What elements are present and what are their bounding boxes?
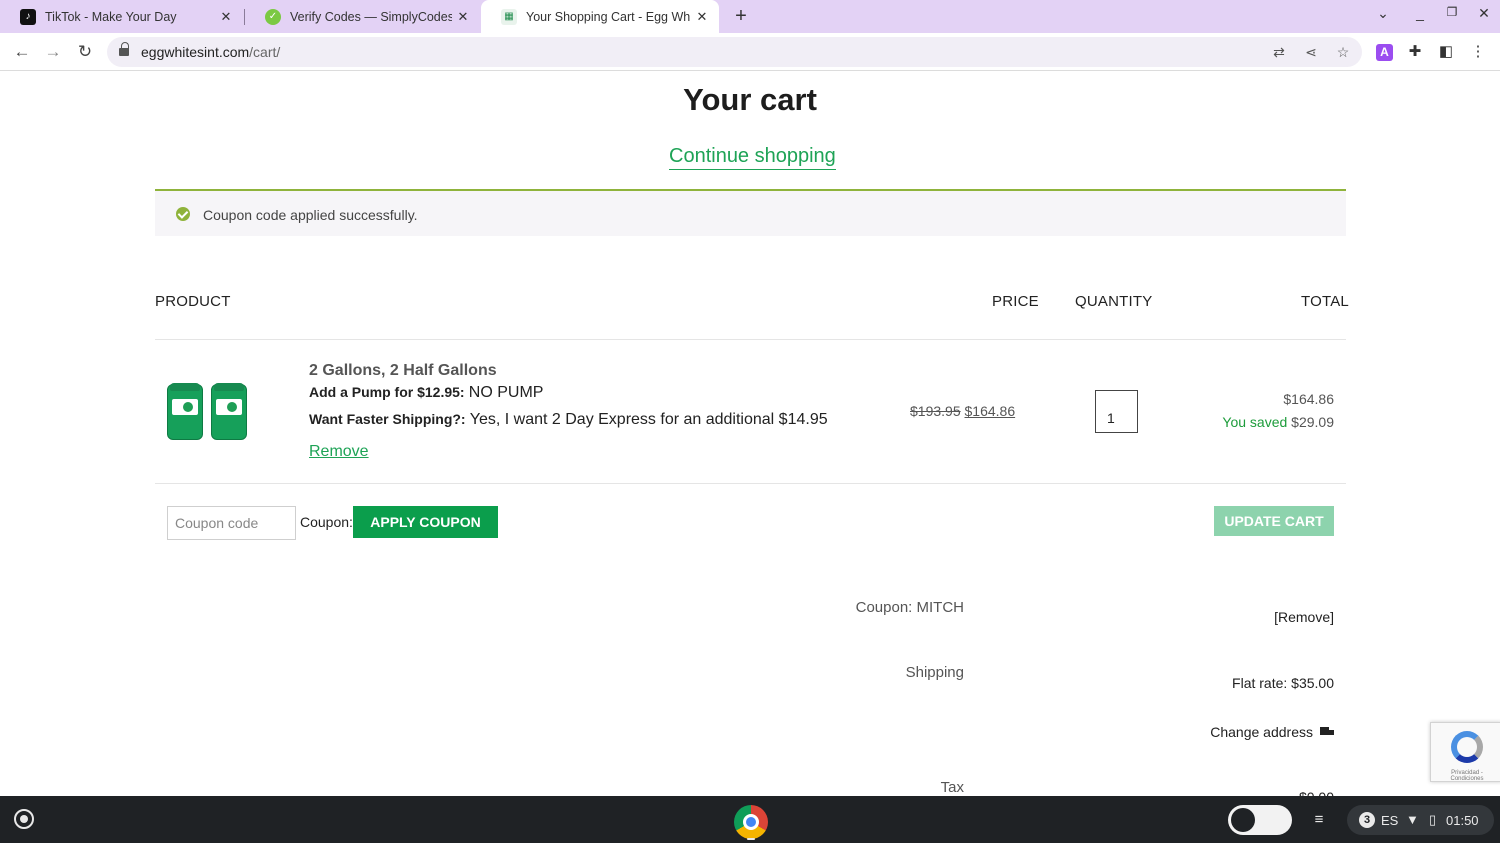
change-address-link[interactable]: Change address: [1210, 724, 1334, 740]
you-saved-text: You saved $29.09: [1222, 414, 1334, 430]
forward-icon[interactable]: →: [41, 40, 65, 64]
tiktok-icon: ♪: [20, 8, 36, 25]
divider: [155, 483, 1346, 484]
launcher-icon[interactable]: [14, 809, 34, 829]
column-header-quantity: QUANTITY: [1075, 293, 1153, 310]
minimize-icon[interactable]: _: [1410, 5, 1430, 21]
shipping-rate: Flat rate: $35.00: [1232, 675, 1334, 691]
clock[interactable]: 01:50: [1446, 813, 1479, 828]
restore-icon[interactable]: ❐: [1442, 5, 1462, 19]
language-indicator[interactable]: ES: [1381, 813, 1398, 828]
summary-coupon-label: Coupon: MITCH: [855, 599, 964, 616]
recaptcha-badge[interactable]: Privacidad - Condiciones: [1430, 722, 1500, 782]
lock-icon: [119, 42, 129, 57]
product-thumbnail[interactable]: [165, 376, 251, 444]
notice-message: Coupon code applied successfully.: [203, 207, 418, 223]
bookmark-star-icon[interactable]: ☆: [1334, 43, 1352, 61]
jar-image: [167, 383, 203, 440]
tab-strip: ♪ TikTok - Make Your Day ✕ ✓ Verify Code…: [0, 0, 1500, 33]
column-header-product: PRODUCT: [155, 293, 231, 310]
extensions-puzzle-icon[interactable]: ✚: [1405, 42, 1425, 62]
check-circle-icon: [176, 207, 190, 221]
chrome-icon[interactable]: [734, 805, 768, 839]
tab-title: Your Shopping Cart - Egg Whites: [526, 9, 691, 24]
tab-title: TikTok - Make Your Day: [45, 9, 177, 24]
recaptcha-links[interactable]: Privacidad - Condiciones: [1435, 770, 1499, 782]
tab-tiktok[interactable]: ♪ TikTok - Make Your Day ✕: [0, 0, 243, 33]
tote-avatars[interactable]: [1228, 805, 1292, 835]
product-option-shipping: Want Faster Shipping?: Yes, I want 2 Day…: [309, 411, 828, 428]
extension-a-icon[interactable]: A: [1376, 44, 1393, 61]
eggwhites-icon: ▦: [501, 8, 517, 25]
simplycodes-icon: ✓: [265, 8, 281, 25]
remove-coupon-link[interactable]: [Remove]: [1274, 609, 1334, 625]
window-close-icon[interactable]: ✕: [1474, 5, 1494, 22]
address-bar[interactable]: eggwhitesint.com/cart/ ⇄ ⋖ ☆: [107, 37, 1362, 67]
close-icon[interactable]: ✕: [691, 9, 713, 25]
product-option-pump: Add a Pump for $12.95: NO PUMP: [309, 384, 544, 401]
item-price: $193.95 $164.86: [910, 403, 1015, 419]
update-cart-button[interactable]: UPDATE CART: [1214, 506, 1334, 536]
tab-shopping-cart[interactable]: ▦ Your Shopping Cart - Egg Whites ✕: [481, 0, 719, 33]
notification-count[interactable]: 3: [1359, 812, 1375, 828]
side-panel-icon[interactable]: ◧: [1436, 42, 1456, 62]
coupon-label: Coupon:: [300, 514, 353, 530]
truck-icon: [1320, 727, 1334, 738]
original-price: $193.95: [910, 403, 961, 419]
quantity-input[interactable]: [1095, 390, 1138, 433]
browser-toolbar: ← → ↻ eggwhitesint.com/cart/ ⇄ ⋖ ☆ A ✚ ◧…: [0, 33, 1500, 71]
sale-price: $164.86: [964, 403, 1016, 419]
tab-title: Verify Codes — SimplyCodes: [290, 9, 452, 24]
summary-shipping-label: Shipping: [905, 664, 964, 681]
jar-image: [211, 383, 247, 440]
translate-icon[interactable]: ⇄: [1270, 43, 1288, 61]
column-header-total: TOTAL: [1301, 293, 1349, 310]
summary-tax-label: Tax: [940, 779, 964, 796]
tab-simplycodes[interactable]: ✓ Verify Codes — SimplyCodes ✕: [245, 0, 480, 33]
url-text[interactable]: eggwhitesint.com/cart/: [141, 44, 280, 60]
page-title: Your cart: [683, 82, 817, 117]
coupon-code-input[interactable]: [167, 506, 296, 540]
new-tab-button[interactable]: +: [731, 4, 751, 28]
battery-icon[interactable]: ▯: [1429, 812, 1436, 828]
column-header-price: PRICE: [992, 293, 1039, 310]
product-name[interactable]: 2 Gallons, 2 Half Gallons: [309, 362, 497, 380]
back-icon[interactable]: ←: [10, 40, 34, 64]
coupon-success-notice: Coupon code applied successfully.: [155, 189, 1346, 236]
tab-search-icon[interactable]: ⌄: [1373, 5, 1393, 22]
recaptcha-icon: [1451, 731, 1483, 763]
divider: [155, 339, 1346, 340]
remove-item-link[interactable]: Remove: [309, 443, 369, 461]
menu-kebab-icon[interactable]: ⋮: [1468, 42, 1488, 62]
avatar: [1231, 808, 1255, 832]
share-icon[interactable]: ⋖: [1302, 43, 1320, 61]
media-controls-icon[interactable]: ≡: [1309, 810, 1329, 830]
reload-icon[interactable]: ↻: [73, 40, 97, 64]
close-icon[interactable]: ✕: [215, 9, 237, 25]
item-total: $164.86: [1283, 391, 1334, 407]
continue-shopping-link[interactable]: Continue shopping: [669, 145, 836, 170]
active-app-indicator: [747, 838, 755, 840]
close-icon[interactable]: ✕: [452, 9, 474, 25]
wifi-icon[interactable]: ▼: [1406, 812, 1419, 827]
apply-coupon-button[interactable]: APPLY COUPON: [353, 506, 498, 538]
